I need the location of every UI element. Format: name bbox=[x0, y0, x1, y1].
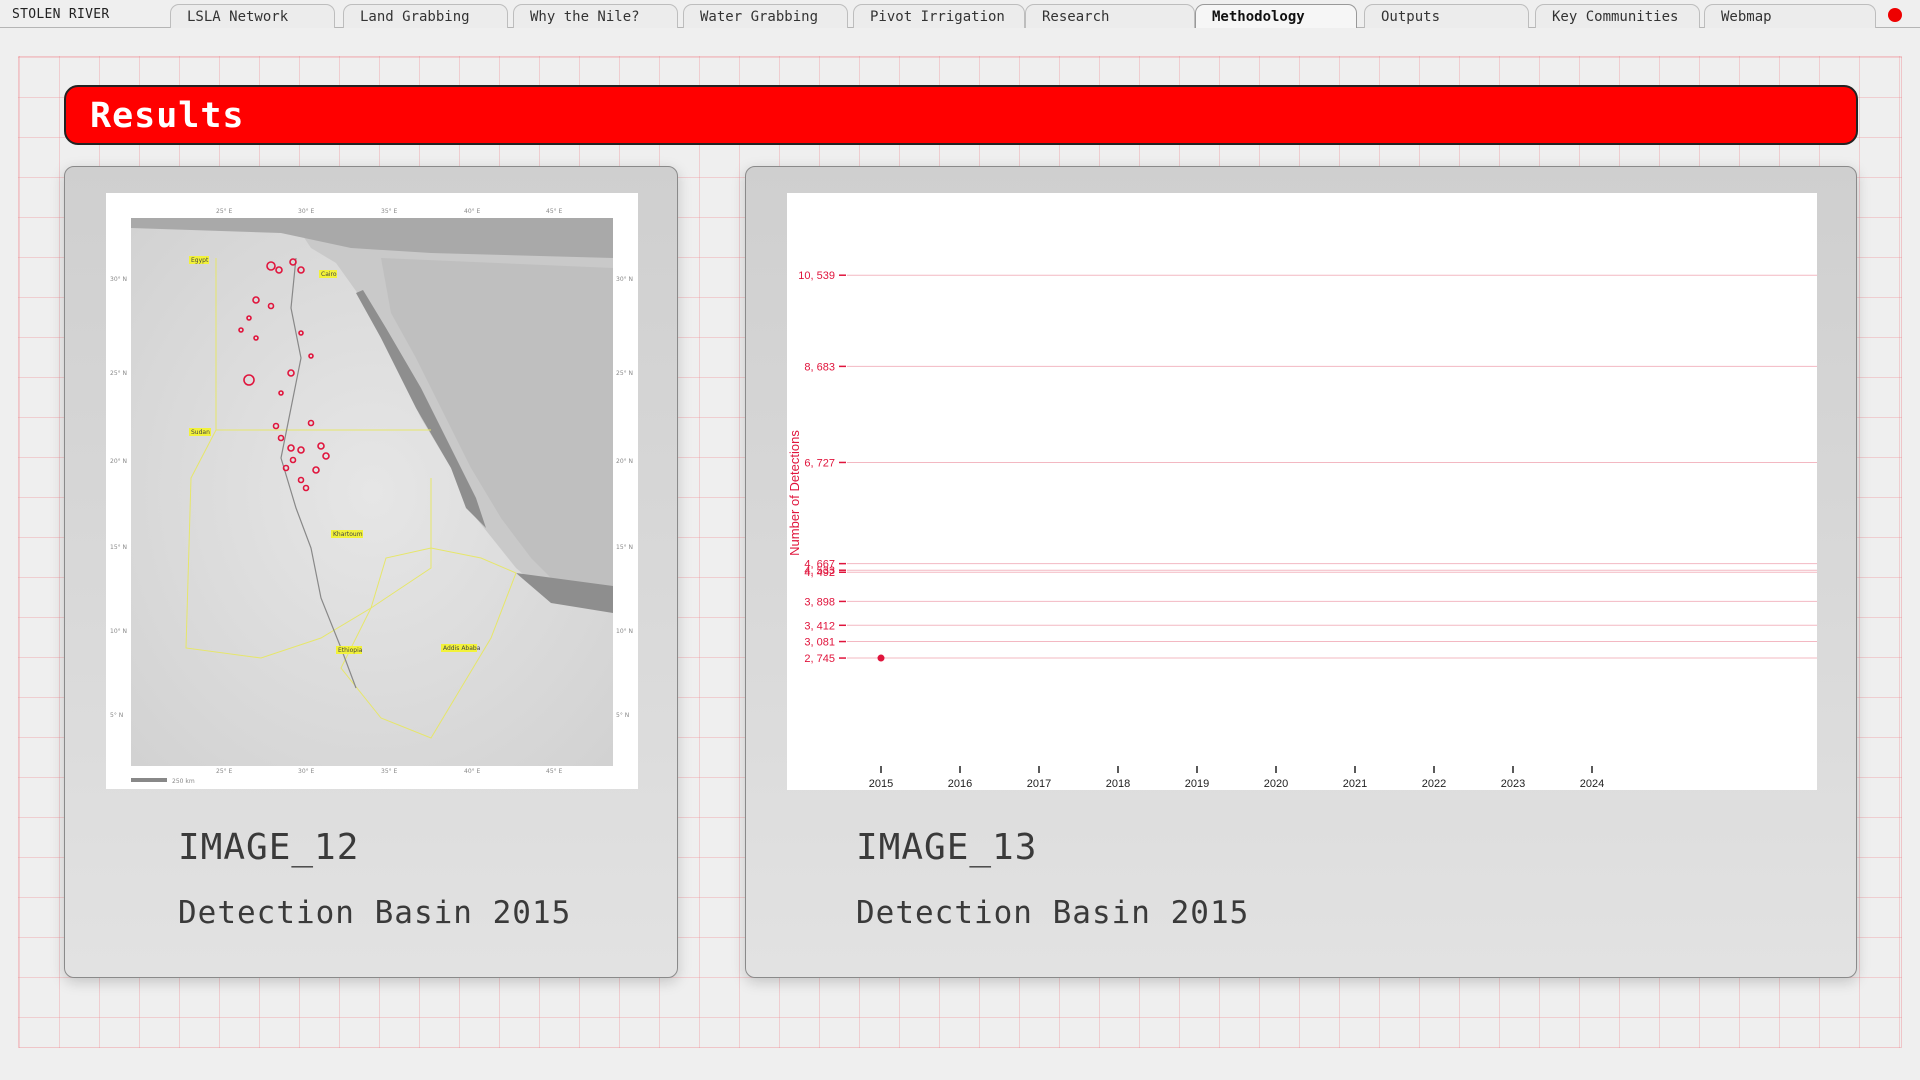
detections-chart: Number of Detections 2, 745 3, 081 3, 412 3… bbox=[787, 270, 1817, 790]
lon-label-bottom: 40° E bbox=[464, 768, 481, 775]
lat-label: 15° N bbox=[110, 544, 127, 551]
map-graticule: 25° E 30° E 35° E 40° E 45° E 25° E 30° … bbox=[110, 208, 633, 785]
lon-label: 45° E bbox=[546, 208, 563, 215]
tab-label: Water Grabbing bbox=[700, 9, 819, 25]
tab-label: Webmap bbox=[1721, 9, 1772, 25]
tab-why-the-nile[interactable]: Why the Nile? bbox=[513, 4, 678, 28]
card-subtitle: Detection Basin 2015 bbox=[178, 895, 572, 931]
map-image[interactable]: Egypt Cairo Sudan Khartoum Ethiopia Addi… bbox=[106, 193, 638, 789]
section-title: Results bbox=[90, 96, 245, 136]
lon-label: 25° E bbox=[216, 208, 233, 215]
lat-label-right: 25° N bbox=[616, 370, 633, 377]
tab-label: Land Grabbing bbox=[360, 9, 470, 25]
lat-label: 20° N bbox=[110, 458, 127, 465]
x-tick-label: 2018 bbox=[1106, 778, 1130, 790]
tab-label: Key Communities bbox=[1552, 9, 1679, 25]
tab-land-grabbing[interactable]: Land Grabbing bbox=[343, 4, 508, 28]
lat-label-right: 15° N bbox=[616, 544, 633, 551]
x-tick-label: 2016 bbox=[948, 778, 972, 790]
scale-bar bbox=[131, 778, 167, 782]
x-tick-label: 2020 bbox=[1264, 778, 1288, 790]
x-tick-label: 2019 bbox=[1185, 778, 1209, 790]
lon-label-bottom: 45° E bbox=[546, 768, 563, 775]
x-tick-label: 2021 bbox=[1343, 778, 1367, 790]
tab-research[interactable]: Research bbox=[1025, 4, 1195, 28]
card-subtitle: Detection Basin 2015 bbox=[856, 895, 1250, 931]
lon-label: 35° E bbox=[381, 208, 398, 215]
tab-water-grabbing[interactable]: Water Grabbing bbox=[683, 4, 848, 28]
chart-image[interactable]: Number of Detections 2, 745 3, 081 3, 412 3… bbox=[787, 193, 1817, 790]
tab-bar: STOLEN RIVER LSLA Network Land Grabbing … bbox=[0, 0, 1920, 28]
status-dot-icon bbox=[1888, 8, 1902, 22]
lat-label: 5° N bbox=[110, 712, 123, 719]
tab-label: Research bbox=[1042, 9, 1110, 25]
lat-label-right: 5° N bbox=[616, 712, 629, 719]
card-title: IMAGE_13 bbox=[856, 827, 1038, 868]
brand-label[interactable]: STOLEN RIVER bbox=[12, 7, 110, 22]
tab-label: Pivot Irrigation bbox=[870, 9, 1005, 25]
chart-points bbox=[877, 654, 885, 662]
tab-label: Outputs bbox=[1381, 9, 1441, 25]
lat-label: 25° N bbox=[110, 370, 127, 377]
y-tick-label: 2, 745 bbox=[804, 653, 835, 665]
tab-methodology[interactable]: Methodology bbox=[1195, 4, 1357, 28]
lat-label: 30° N bbox=[110, 276, 127, 283]
y-tick-label: 4, 492 bbox=[804, 567, 835, 579]
tab-label: Why the Nile? bbox=[530, 9, 640, 25]
lat-label-right: 20° N bbox=[616, 458, 633, 465]
tab-key-communities[interactable]: Key Communities bbox=[1535, 4, 1700, 28]
y-tick-label: 10, 539 bbox=[798, 270, 835, 282]
y-tick-label: 6, 727 bbox=[804, 457, 835, 469]
x-tick-label: 2023 bbox=[1501, 778, 1525, 790]
tab-webmap[interactable]: Webmap bbox=[1704, 4, 1876, 28]
results-banner: Results bbox=[64, 85, 1858, 145]
tab-label: Methodology bbox=[1212, 9, 1305, 25]
x-tick-label: 2022 bbox=[1422, 778, 1446, 790]
y-tick-label: 8, 683 bbox=[804, 361, 835, 373]
y-tick-label: 3, 898 bbox=[804, 596, 835, 608]
y-tick-label: 3, 412 bbox=[804, 620, 835, 632]
tab-lsla-network[interactable]: LSLA Network bbox=[170, 4, 335, 28]
lat-label-right: 10° N bbox=[616, 628, 633, 635]
image-card-13[interactable]: Number of Detections 2, 745 3, 081 3, 412 3… bbox=[745, 166, 1857, 978]
x-tick-label: 2017 bbox=[1027, 778, 1051, 790]
card-title: IMAGE_12 bbox=[178, 827, 360, 868]
y-axis-ticks: 2, 7453, 0813, 4123, 8984, 5334, 6674, 4… bbox=[798, 270, 846, 665]
data-point[interactable] bbox=[877, 654, 885, 662]
x-axis-ticks: 2015 2016 2017 2018 2019 2020 2021 2022 2023 2024 bbox=[869, 766, 1604, 790]
lon-label-bottom: 30° E bbox=[298, 768, 315, 775]
lon-label: 30° E bbox=[298, 208, 315, 215]
lon-label-bottom: 35° E bbox=[381, 768, 398, 775]
tab-pivot-irrigation[interactable]: Pivot Irrigation bbox=[853, 4, 1025, 28]
y-tick-label: 3, 081 bbox=[804, 637, 835, 649]
tab-outputs[interactable]: Outputs bbox=[1364, 4, 1529, 28]
lon-label-bottom: 25° E bbox=[216, 768, 233, 775]
x-tick-label: 2015 bbox=[869, 778, 893, 790]
scale-label: 250 km bbox=[172, 778, 195, 785]
tab-label: LSLA Network bbox=[187, 9, 289, 25]
x-tick-label: 2024 bbox=[1580, 778, 1604, 790]
lat-label: 10° N bbox=[110, 628, 127, 635]
image-card-12[interactable]: Egypt Cairo Sudan Khartoum Ethiopia Addi… bbox=[64, 166, 678, 978]
lat-label-right: 30° N bbox=[616, 276, 633, 283]
chart-gridlines bbox=[847, 274, 1817, 659]
y-axis-title: Number of Detections bbox=[787, 430, 802, 556]
lon-label: 40° E bbox=[464, 208, 481, 215]
